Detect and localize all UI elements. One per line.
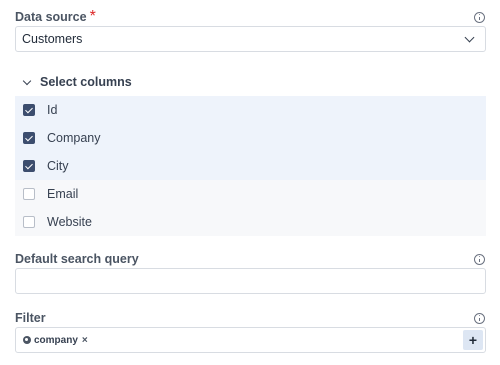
columns-list: Id Company City Email Website — [15, 96, 486, 236]
info-icon[interactable] — [474, 253, 485, 265]
column-row-id[interactable]: Id — [15, 96, 486, 124]
checkbox-city[interactable] — [23, 160, 35, 172]
checkbox-website[interactable] — [23, 216, 35, 228]
filter-field[interactable]: company × + — [15, 327, 486, 353]
search-query-label: Default search query — [15, 252, 139, 266]
filter-label: Filter — [15, 311, 46, 325]
data-source-value: Customers — [22, 32, 83, 46]
data-source-select[interactable]: Customers — [15, 26, 486, 52]
checkbox-company[interactable] — [23, 132, 35, 144]
filter-chip-label: company — [34, 334, 78, 346]
info-icon[interactable] — [474, 11, 485, 23]
column-label: Website — [47, 215, 92, 229]
add-filter-button[interactable]: + — [463, 330, 483, 350]
column-label: City — [47, 159, 69, 173]
column-label: Email — [47, 187, 79, 201]
chevron-down-icon — [22, 76, 32, 85]
column-label: Id — [47, 103, 58, 117]
close-icon[interactable]: × — [82, 335, 88, 346]
checkbox-email[interactable] — [23, 188, 35, 200]
column-row-city[interactable]: City — [15, 152, 486, 180]
filter-label-row: Filter — [15, 309, 485, 327]
data-source-label: Data source — [15, 10, 87, 24]
filter-chip[interactable]: company × — [23, 335, 88, 346]
checkbox-id[interactable] — [23, 104, 35, 116]
search-query-input[interactable] — [15, 268, 486, 294]
chevron-down-icon — [464, 32, 475, 42]
data-source-label-row: Data source * — [15, 8, 485, 26]
select-columns-toggle[interactable]: Select columns — [22, 74, 132, 90]
filter-chip-icon — [23, 336, 31, 344]
column-label: Company — [47, 131, 101, 145]
search-query-label-row: Default search query — [15, 250, 485, 268]
column-row-website[interactable]: Website — [15, 208, 486, 236]
info-icon[interactable] — [474, 312, 485, 324]
column-row-email[interactable]: Email — [15, 180, 486, 208]
required-marker: * — [89, 8, 96, 25]
select-columns-title: Select columns — [40, 75, 132, 89]
column-row-company[interactable]: Company — [15, 124, 486, 152]
data-source-label-wrap: Data source * — [15, 8, 96, 26]
